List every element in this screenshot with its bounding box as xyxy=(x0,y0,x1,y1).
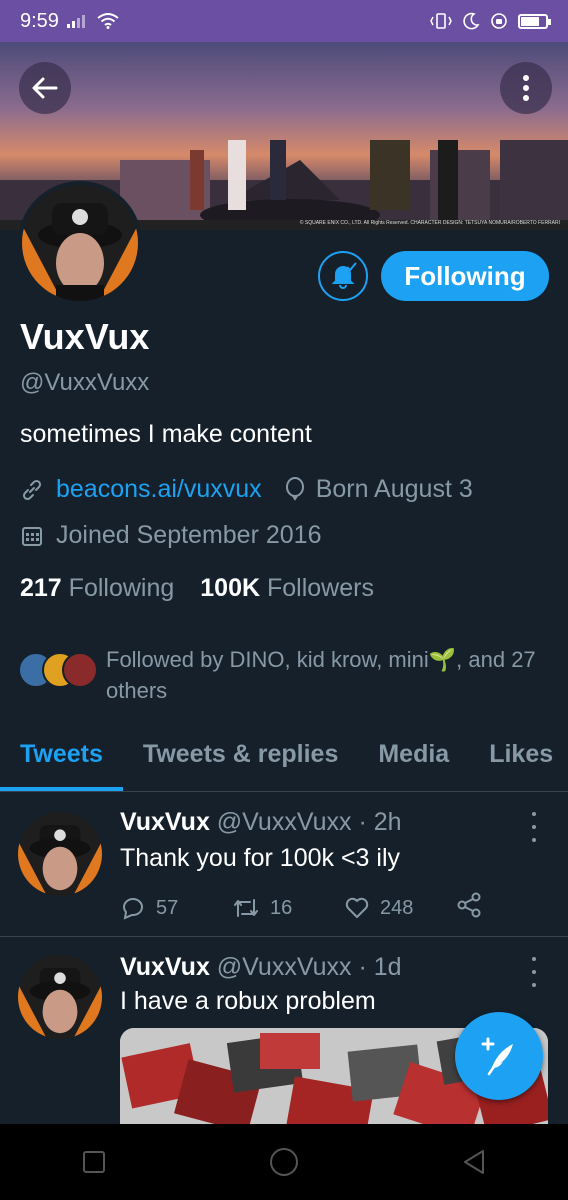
back-button[interactable] xyxy=(19,62,71,114)
following-button[interactable]: Following xyxy=(381,251,549,301)
tab-tweets-replies[interactable]: Tweets & replies xyxy=(123,724,358,791)
birthday-text: Born August 3 xyxy=(315,475,473,503)
avatar-image xyxy=(18,812,102,896)
recents-icon[interactable] xyxy=(81,1149,107,1175)
following-label: Following xyxy=(68,574,175,602)
link-icon xyxy=(22,479,42,500)
tweet-time: · 2h xyxy=(358,808,402,836)
profile-handle: @VuxxVuxx xyxy=(20,369,150,396)
tweet-text: I have a robux problem xyxy=(120,987,376,1015)
tweet-author-handle: @VuxxVuxx xyxy=(216,953,352,981)
signal-icon xyxy=(66,15,85,28)
followers-count: 100K xyxy=(200,574,261,602)
retweet-count: 16 xyxy=(270,896,293,919)
joined-row: Joined September 2016 xyxy=(20,521,321,550)
vibrate-icon xyxy=(430,13,452,29)
avatar-image xyxy=(22,185,138,301)
retweet-icon xyxy=(234,899,258,917)
tweet-avatar[interactable] xyxy=(18,812,102,896)
alarm-icon xyxy=(491,13,507,29)
profile-tabs: Tweets Tweets & replies Media Likes xyxy=(0,724,568,792)
bell-check-icon xyxy=(331,262,357,289)
display-name: VuxVux xyxy=(20,316,150,357)
heart-icon xyxy=(345,897,369,918)
notifications-button[interactable] xyxy=(318,251,368,301)
reply-icon xyxy=(122,898,143,920)
tweet-avatar[interactable] xyxy=(18,955,102,1039)
more-options-button[interactable] xyxy=(500,62,552,114)
status-bar: 9:59 xyxy=(0,0,568,42)
website-link[interactable]: beacons.ai/vuxvux xyxy=(56,475,262,504)
reply-count: 57 xyxy=(156,896,179,919)
following-count: 217 xyxy=(20,574,62,602)
like-button[interactable]: 248 xyxy=(344,896,456,920)
followers-stat[interactable]: 100K Followers xyxy=(200,574,374,603)
follow-stats: 217 Following 100K Followers xyxy=(20,574,374,603)
wifi-icon xyxy=(97,13,119,29)
battery-icon xyxy=(518,13,551,29)
back-nav-icon[interactable] xyxy=(461,1148,487,1176)
tab-media[interactable]: Media xyxy=(358,724,469,791)
moon-icon xyxy=(463,12,480,30)
tweet-author-name[interactable]: VuxVux xyxy=(120,808,210,836)
tweet-header: VuxVux @VuxxVuxx · 2h xyxy=(120,808,402,837)
share-icon xyxy=(457,892,481,918)
reply-button[interactable]: 57 xyxy=(120,896,232,920)
calendar-icon xyxy=(22,526,42,546)
tweet-author-handle: @VuxxVuxx xyxy=(216,808,352,836)
like-count: 248 xyxy=(380,896,414,919)
share-button[interactable] xyxy=(456,892,482,924)
tweet-text: Thank you for 100k <3 ily xyxy=(120,844,401,872)
more-vertical-icon xyxy=(523,75,529,101)
status-time: 9:59 xyxy=(20,9,59,32)
tweet-time: · 1d xyxy=(358,953,402,981)
home-icon[interactable] xyxy=(269,1147,299,1177)
system-nav-bar xyxy=(0,1124,568,1200)
compose-tweet-button[interactable] xyxy=(455,1012,543,1100)
feather-plus-icon xyxy=(481,1037,513,1076)
retweet-button[interactable]: 16 xyxy=(232,896,344,920)
avatar-image xyxy=(18,955,102,1039)
banner-credit: © SQUARE ENIX CO., LTD. All Rights Reser… xyxy=(299,220,560,226)
followed-by-avatars[interactable] xyxy=(18,644,98,688)
profile-bio: sometimes I make content xyxy=(20,420,312,448)
following-stat[interactable]: 217 Following xyxy=(20,574,174,603)
tab-likes[interactable]: Likes xyxy=(469,724,568,791)
tab-tweets[interactable]: Tweets xyxy=(0,724,123,791)
tweet-author-name[interactable]: VuxVux xyxy=(120,953,210,981)
profile-meta-row: beacons.ai/vuxvux Born August 3 xyxy=(20,475,473,504)
balloon-icon xyxy=(285,476,304,501)
follower-avatar xyxy=(62,652,98,688)
tweet-actions: 57 16 248 xyxy=(120,892,482,924)
tweet-more-button[interactable] xyxy=(524,812,544,842)
tweet-more-button[interactable] xyxy=(524,957,544,987)
tweet-header: VuxVux @VuxxVuxx · 1d xyxy=(120,953,402,982)
profile-avatar[interactable] xyxy=(18,181,142,305)
followers-label: Followers xyxy=(267,574,374,602)
arrow-left-icon xyxy=(32,77,58,99)
followed-by-text[interactable]: Followed by DINO, kid krow, mini🌱, and 2… xyxy=(106,644,546,706)
joined-text: Joined September 2016 xyxy=(56,521,322,549)
tweet-item[interactable]: VuxVux @VuxxVuxx · 2h Thank you for 100k… xyxy=(0,792,568,937)
